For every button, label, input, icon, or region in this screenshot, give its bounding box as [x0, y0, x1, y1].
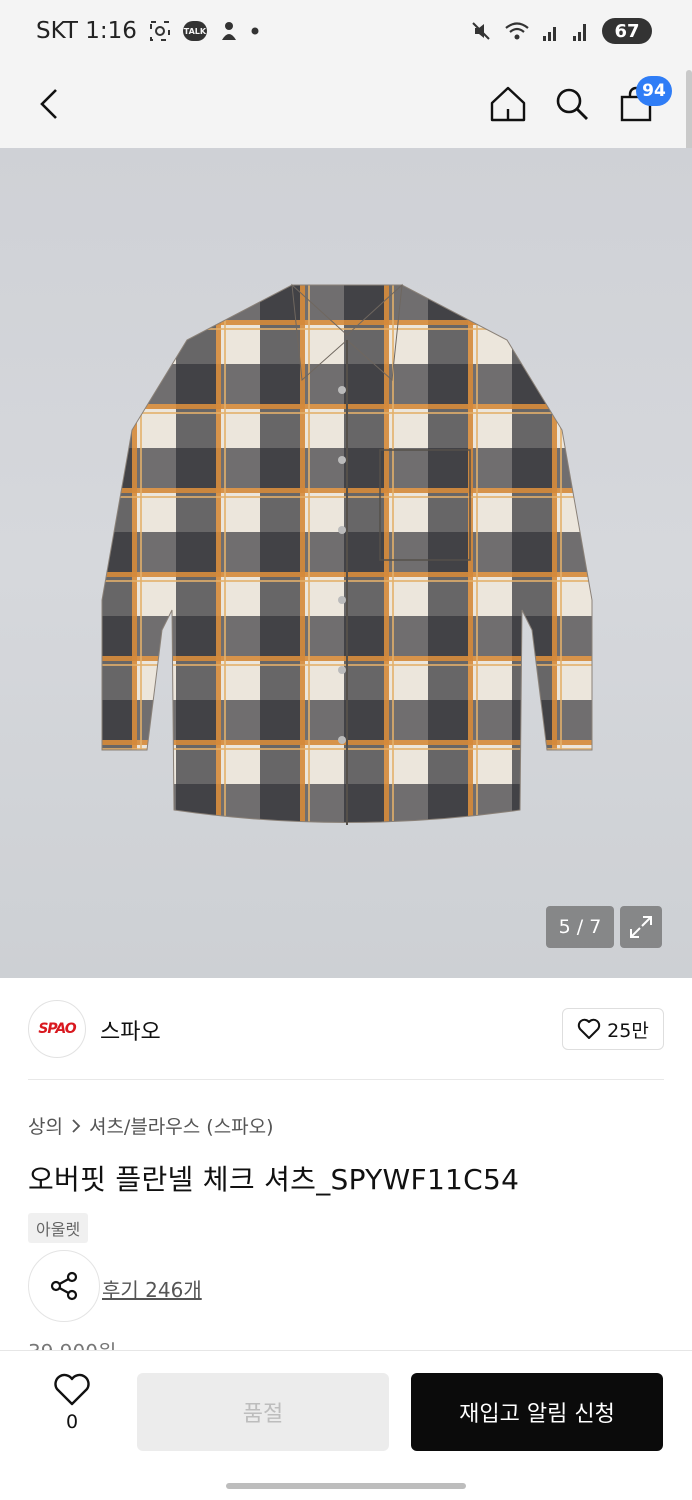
product-title: 오버핏 플란넬 체크 셔츠_SPYWF11C54: [28, 1163, 520, 1196]
app-notification-icon: [219, 20, 239, 42]
wishlist-count: 0: [65, 1411, 79, 1433]
more-notifications-dot-icon: [251, 27, 259, 35]
outlet-tag: 아울렛: [28, 1213, 89, 1243]
top-navigation: 94: [0, 64, 692, 148]
share-button[interactable]: [28, 1250, 100, 1322]
original-price: 39,900원: [28, 1336, 116, 1350]
product-image: [101, 283, 593, 825]
product-image-gallery[interactable]: 5 / 7: [0, 148, 692, 978]
review-link[interactable]: 후기 246개: [102, 1274, 202, 1303]
brand-name[interactable]: 스파오: [100, 1014, 161, 1046]
restock-alert-button[interactable]: 재입고 알림 신청: [411, 1373, 663, 1451]
cart-count-badge: 94: [636, 76, 672, 106]
bottom-action-bar: 0 품절 재입고 알림 신청: [0, 1350, 692, 1500]
soldout-button: 품절: [137, 1373, 389, 1451]
breadcrumb: 상의 셔츠/블라우스 (스파오): [28, 1112, 274, 1139]
chevron-left-icon: [40, 89, 57, 119]
brand-row: SPAO 스파오 25만: [28, 1000, 664, 1058]
search-button[interactable]: [546, 78, 598, 130]
heart-icon: [577, 1018, 601, 1039]
battery-indicator: 67: [602, 18, 652, 44]
brand-logo[interactable]: SPAO: [28, 1000, 86, 1058]
home-icon: [490, 86, 526, 122]
screenshot-icon: [149, 20, 171, 42]
back-button[interactable]: [24, 78, 76, 130]
status-bar: SKT 1:16 TALK 67: [0, 0, 692, 64]
home-indicator[interactable]: [226, 1483, 466, 1489]
carrier-time: SKT 1:16: [36, 18, 137, 44]
brand-like-button[interactable]: 25만: [562, 1008, 664, 1050]
wishlist-button[interactable]: 0: [42, 1373, 102, 1453]
expand-image-button[interactable]: [620, 906, 662, 948]
signal-icon-2: [572, 20, 590, 42]
breadcrumb-item-subcategory[interactable]: 셔츠/블라우스 (스파오): [89, 1112, 274, 1139]
share-icon: [50, 1271, 78, 1301]
divider: [28, 1079, 664, 1080]
search-icon: [556, 88, 588, 120]
expand-icon: [630, 916, 652, 938]
brand-like-count: 25만: [607, 1019, 649, 1042]
kakaotalk-icon: TALK: [182, 21, 207, 41]
wifi-icon: [504, 20, 530, 42]
image-counter: 5 / 7: [546, 906, 614, 948]
home-button[interactable]: [482, 78, 534, 130]
heart-icon: [54, 1373, 90, 1406]
status-left: SKT 1:16 TALK: [36, 18, 259, 44]
chevron-right-icon: [72, 1118, 81, 1133]
signal-icon-1: [542, 20, 560, 42]
status-right: 67: [470, 18, 652, 44]
breadcrumb-item-category[interactable]: 상의: [28, 1112, 63, 1139]
mute-icon: [470, 20, 492, 42]
